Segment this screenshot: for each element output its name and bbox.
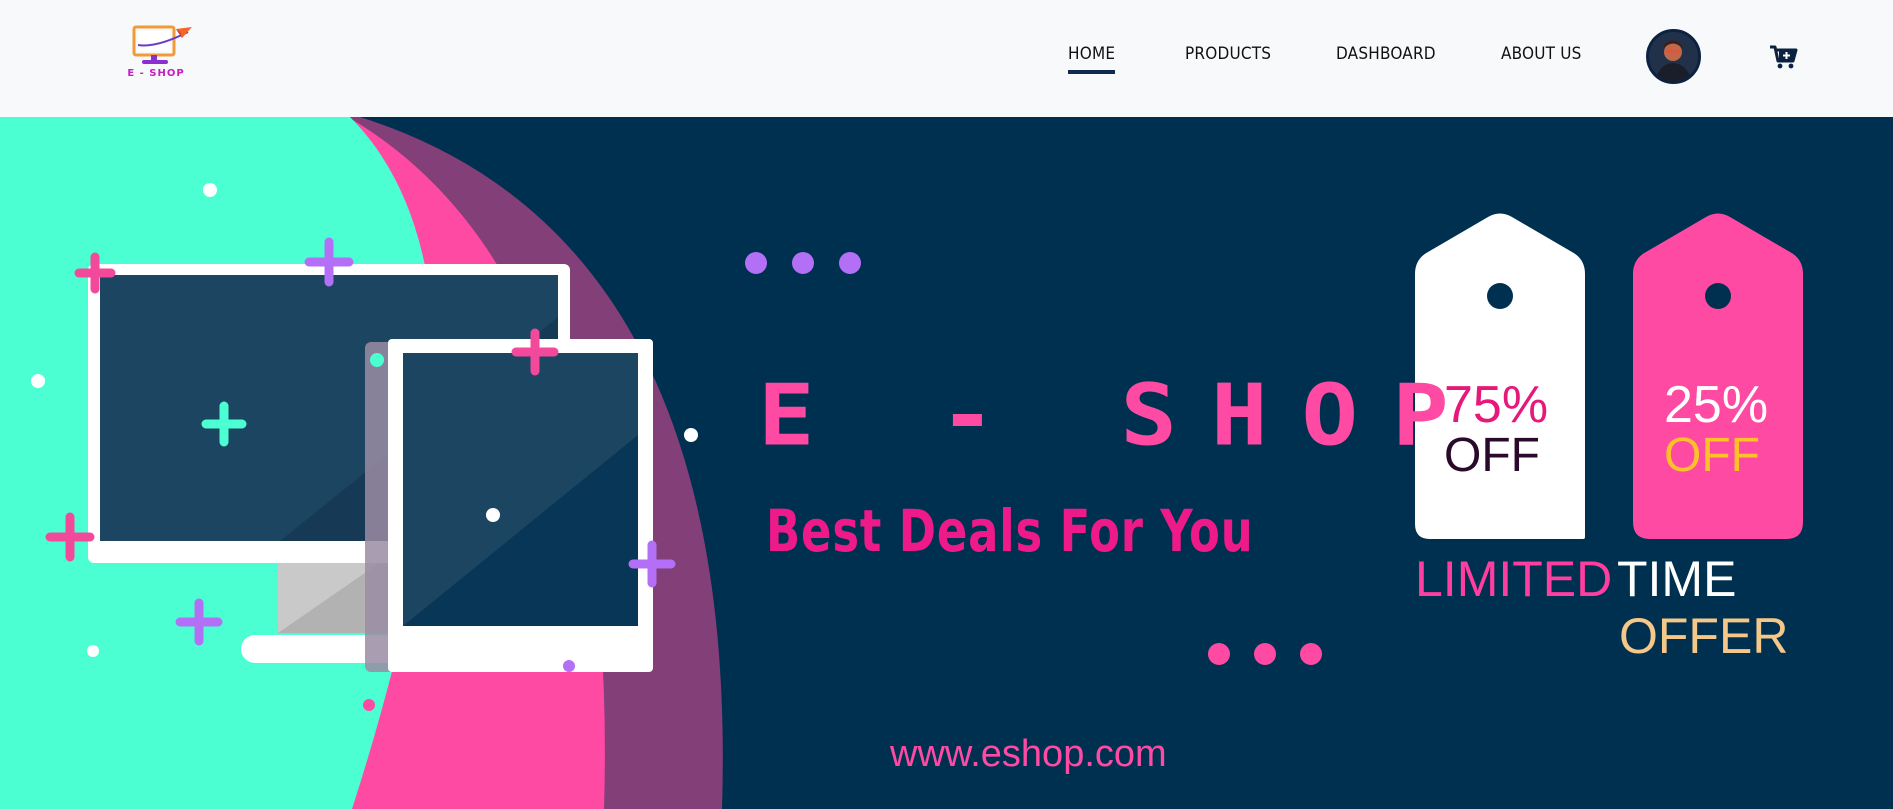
logo-text: E - SHOP (127, 68, 185, 79)
nav-dashboard[interactable]: DASHBOARD (1336, 44, 1436, 64)
user-avatar[interactable] (1646, 29, 1701, 84)
avatar-person-icon (1649, 32, 1698, 81)
cart-icon[interactable] (1768, 42, 1798, 72)
nav-home[interactable]: HOME (1068, 44, 1116, 74)
banner-tagline: Best Deals For You (766, 497, 1254, 565)
tag2-percent: 25% (1664, 376, 1769, 434)
banner-brand: E - SHOP (758, 367, 1483, 466)
offer-time: TIME (1617, 551, 1737, 607)
nav-products[interactable]: PRODUCTS (1185, 44, 1271, 64)
monitor-plane-icon (132, 25, 192, 64)
tag2-off: OFF (1664, 429, 1760, 482)
e-shop-logo[interactable]: E - SHOP (126, 24, 196, 84)
tag1-off: OFF (1444, 429, 1540, 482)
offer-offer: OFFER (1619, 608, 1789, 664)
tablet-illustration (365, 339, 653, 672)
nav-about-us[interactable]: ABOUT US (1501, 44, 1582, 64)
banner-website[interactable]: www.eshop.com (890, 733, 1167, 776)
offer-limited: LIMITED (1415, 551, 1613, 607)
tag1-percent: 75% (1444, 376, 1549, 434)
hero-banner: E - SHOP Best Deals For You 75% OFF 25% … (0, 117, 1893, 809)
navbar: E - SHOP HOME PRODUCTS DASHBOARD ABOUT U… (0, 0, 1893, 117)
